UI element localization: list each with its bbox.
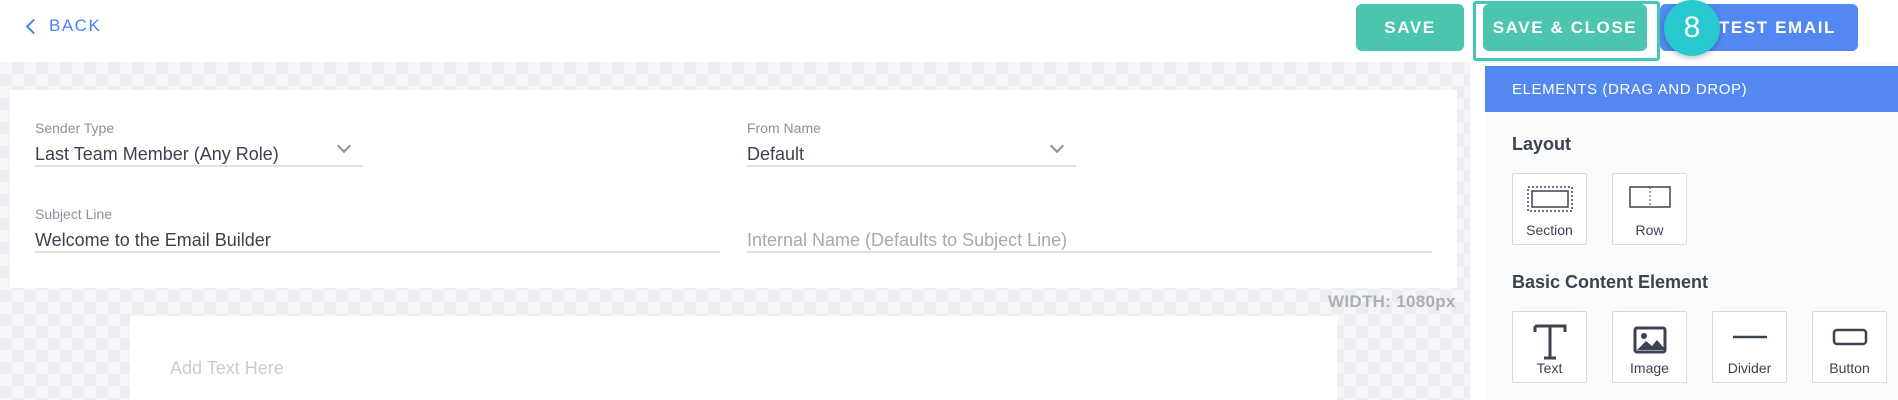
canvas-width-label: WIDTH: 1080px — [1328, 292, 1456, 311]
step-badge: 8 — [1664, 0, 1720, 56]
image-element-tile[interactable]: Image — [1612, 311, 1687, 383]
from-name-value: Default — [747, 144, 805, 164]
field-underline — [747, 251, 1432, 253]
chevron-left-icon — [25, 18, 42, 35]
email-settings-card: Sender Type Last Team Member (Any Role) … — [10, 90, 1457, 288]
sender-type-label: Sender Type — [35, 120, 115, 136]
sender-type-field[interactable]: Sender Type Last Team Member (Any Role) — [35, 120, 363, 167]
divider-tile-label: Divider — [1727, 360, 1772, 376]
internal-name-field[interactable]: Internal Name (Defaults to Subject Line) — [747, 206, 1432, 253]
elements-panel-header: ELEMENTS (DRAG AND DROP) — [1485, 66, 1898, 112]
text-element-tile[interactable]: Text — [1512, 311, 1587, 383]
button-icon — [1832, 328, 1867, 346]
field-underline — [35, 165, 363, 167]
internal-name-placeholder: Internal Name (Defaults to Subject Line) — [747, 230, 1068, 250]
subject-line-value: Welcome to the Email Builder — [35, 230, 271, 250]
subject-line-label: Subject Line — [35, 206, 113, 222]
image-tile-label: Image — [1630, 360, 1669, 376]
image-icon — [1633, 326, 1666, 354]
button-tile-label: Button — [1829, 360, 1870, 376]
text-tile-label: Text — [1536, 360, 1563, 376]
save-close-button[interactable]: SAVE & CLOSE — [1483, 4, 1647, 51]
row-element-tile[interactable]: Row — [1612, 173, 1687, 245]
row-icon — [1628, 186, 1671, 208]
row-tile-label: Row — [1635, 222, 1664, 238]
field-underline — [747, 165, 1076, 167]
text-block-placeholder[interactable]: Add Text Here — [170, 358, 284, 379]
from-name-label: From Name — [747, 120, 821, 136]
back-label: BACK — [49, 16, 102, 35]
divider-icon — [1732, 335, 1767, 339]
text-icon — [1533, 324, 1566, 360]
subject-line-field[interactable]: Subject Line Welcome to the Email Builde… — [35, 206, 720, 253]
field-underline — [35, 251, 720, 253]
elements-panel: ELEMENTS (DRAG AND DROP) Layout Section … — [1485, 62, 1898, 400]
from-name-field[interactable]: From Name Default — [747, 120, 1076, 167]
top-toolbar: BACK SAVE SAVE & CLOSE ID TEST EMAIL 8 — [0, 0, 1898, 62]
button-element-tile[interactable]: Button — [1812, 311, 1887, 383]
section-element-tile[interactable]: Section — [1512, 173, 1587, 245]
save-button[interactable]: SAVE — [1356, 4, 1464, 51]
divider-element-tile[interactable]: Divider — [1712, 311, 1787, 383]
basic-content-section-title: Basic Content Element — [1512, 272, 1709, 292]
section-tile-label: Section — [1526, 222, 1573, 238]
sender-type-value: Last Team Member (Any Role) — [35, 144, 279, 164]
section-icon — [1526, 186, 1573, 212]
back-link[interactable]: BACK — [25, 16, 102, 36]
layout-section-title: Layout — [1512, 134, 1572, 154]
email-body-block[interactable]: Add Text Here — [130, 316, 1337, 400]
